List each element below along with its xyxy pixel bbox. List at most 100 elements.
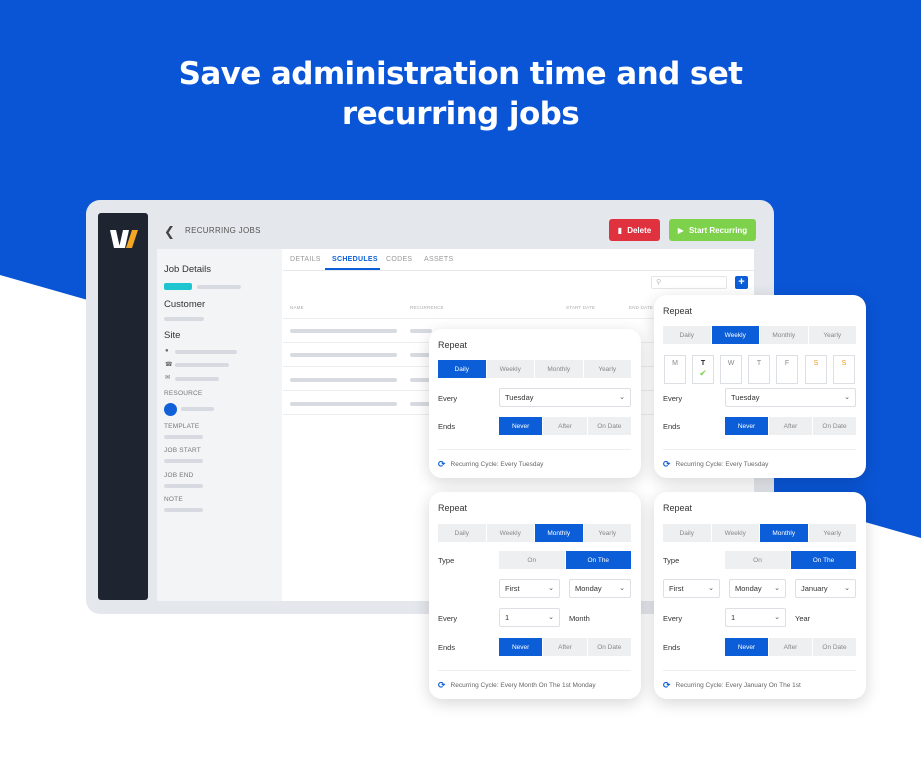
every-label: Every [438, 394, 458, 403]
delete-button[interactable]: ▮ Delete [609, 219, 660, 241]
frequency-weekly[interactable]: Weekly [487, 360, 535, 378]
refresh-icon: ⟳ [438, 680, 446, 690]
ordinal-select-value: First [505, 584, 520, 593]
ends-on-date[interactable]: On Date [588, 417, 631, 435]
trash-icon: ▮ [617, 225, 623, 235]
recurring-cycle-text: Recurring Cycle: Every Tuesday [675, 461, 769, 468]
placeholder-bar [164, 508, 203, 512]
chevron-down-icon: ⌄ [619, 585, 625, 592]
repeat-card-weekly [654, 295, 866, 478]
job-end-label: JOB END [164, 472, 194, 479]
type-on[interactable]: On [725, 551, 791, 569]
weekday-select-value: Monday [575, 584, 602, 593]
ends-never[interactable]: Never [725, 638, 769, 656]
sidebar-rail [98, 213, 148, 600]
type-label: Type [438, 556, 455, 565]
frequency-daily[interactable]: Daily [663, 326, 712, 344]
frequency-monthly[interactable]: Monthly [760, 326, 809, 344]
note-label: NOTE [164, 496, 183, 503]
ends-never[interactable]: Never [499, 638, 544, 656]
frequency-yearly[interactable]: Yearly [809, 524, 857, 542]
every-select[interactable]: Tuesday ⌄ [725, 388, 856, 407]
every-select[interactable]: Tuesday ⌄ [499, 388, 631, 407]
frequency-yearly[interactable]: Yearly [584, 524, 632, 542]
tab-details[interactable]: DETAILS [290, 256, 321, 263]
day-tuesday-label: T [700, 360, 706, 367]
day-wednesday[interactable]: W [720, 355, 742, 384]
table-row[interactable] [290, 402, 397, 406]
day-friday[interactable]: F [776, 355, 798, 384]
placeholder-bar [197, 285, 241, 289]
frequency-selector: Daily Weekly Monthly Yearly [438, 360, 631, 378]
resource-label: RESOURCE [164, 390, 203, 397]
search-icon: ⚲ [656, 279, 662, 286]
frequency-daily[interactable]: Daily [438, 360, 487, 378]
ends-never[interactable]: Never [499, 417, 544, 435]
day-tuesday[interactable]: T ✔ [692, 355, 714, 384]
ends-after[interactable]: After [543, 417, 588, 435]
ends-on-date[interactable]: On Date [813, 638, 856, 656]
weekday-select-value: Monday [735, 584, 762, 593]
frequency-monthly[interactable]: Monthly [535, 360, 584, 378]
day-saturday[interactable]: S [805, 355, 827, 384]
repeat-title: Repeat [438, 503, 468, 513]
card-divider [663, 449, 856, 450]
frequency-weekly[interactable]: Weekly [712, 524, 760, 542]
placeholder-bar [164, 435, 203, 439]
day-monday[interactable]: M [664, 355, 686, 384]
search-input[interactable]: ⚲ [651, 276, 727, 289]
play-icon: ▶ [677, 225, 684, 235]
month-select[interactable]: January ⌄ [795, 579, 856, 598]
start-recurring-button[interactable]: ▶ Start Recurring [669, 219, 756, 241]
ends-label: Ends [663, 422, 681, 431]
ordinal-select[interactable]: First ⌄ [663, 579, 720, 598]
tab-schedules[interactable]: SCHEDULES [332, 256, 378, 263]
weekday-select[interactable]: Monday ⌄ [729, 579, 786, 598]
tab-codes[interactable]: CODES [386, 256, 412, 263]
every-select-value: 1 [731, 613, 736, 622]
chevron-left-icon[interactable]: ❮ [164, 224, 175, 240]
ends-label: Ends [438, 422, 456, 431]
type-selector: On On The [725, 551, 856, 569]
table-cell-placeholder [410, 329, 432, 333]
recurring-cycle-text: Recurring Cycle: Every Tuesday [450, 461, 544, 468]
ends-on-date[interactable]: On Date [588, 638, 631, 656]
recurring-cycle-summary: ⟳ Recurring Cycle: Every January On The … [663, 680, 801, 691]
every-select[interactable]: 1 ⌄ [499, 608, 560, 627]
ends-selector: Never After On Date [725, 417, 856, 435]
ends-on-date[interactable]: On Date [813, 417, 856, 435]
frequency-yearly[interactable]: Yearly [809, 326, 857, 344]
ends-selector: Never After On Date [725, 638, 856, 656]
weekday-select[interactable]: Monday ⌄ [569, 579, 631, 598]
delete-button-label: Delete [627, 225, 652, 235]
frequency-monthly[interactable]: Monthly [535, 524, 584, 542]
table-row[interactable] [290, 378, 397, 382]
table-row[interactable] [290, 353, 397, 357]
frequency-monthly[interactable]: Monthly [760, 524, 809, 542]
ends-selector: Never After On Date [499, 417, 631, 435]
frequency-weekly[interactable]: Weekly [711, 326, 760, 344]
table-row[interactable] [290, 329, 397, 333]
frequency-daily[interactable]: Daily [663, 524, 712, 542]
headline: Save administration time and set recurri… [0, 54, 921, 134]
tab-assets[interactable]: ASSETS [424, 256, 453, 263]
ordinal-select[interactable]: First ⌄ [499, 579, 560, 598]
ends-after[interactable]: After [543, 638, 588, 656]
add-schedule-button[interactable]: + [735, 276, 748, 289]
frequency-weekly[interactable]: Weekly [487, 524, 535, 542]
ends-after[interactable]: After [769, 417, 813, 435]
day-thursday[interactable]: T [748, 355, 770, 384]
placeholder-bar [175, 350, 237, 354]
frequency-yearly[interactable]: Yearly [584, 360, 632, 378]
ends-after[interactable]: After [769, 638, 813, 656]
type-on[interactable]: On [499, 551, 566, 569]
type-on-the[interactable]: On The [791, 551, 856, 569]
type-on-the[interactable]: On The [565, 551, 631, 569]
refresh-icon: ⟳ [663, 680, 671, 690]
recurring-cycle-text: Recurring Cycle: Every Month On The 1st … [450, 682, 596, 689]
every-select-value: Tuesday [731, 393, 760, 402]
every-select[interactable]: 1 ⌄ [725, 608, 786, 627]
frequency-daily[interactable]: Daily [438, 524, 487, 542]
ends-never[interactable]: Never [725, 417, 769, 435]
day-sunday[interactable]: S [833, 355, 855, 384]
